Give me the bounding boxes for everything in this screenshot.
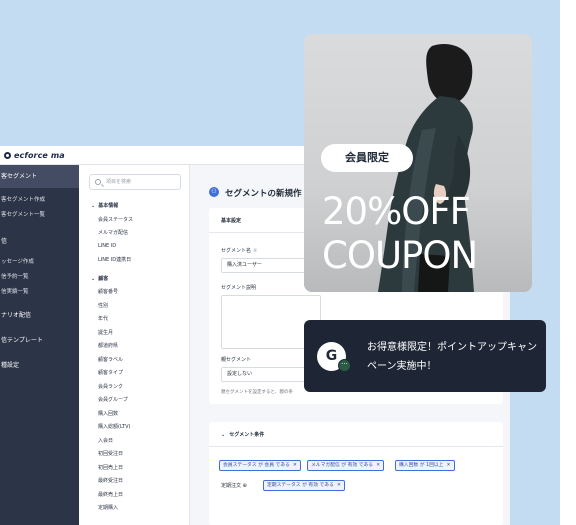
info-icon: ⊕ <box>242 483 247 489</box>
search-icon <box>95 179 101 185</box>
basic-settings-heading: 基本設定 <box>221 218 242 224</box>
chat-bubble-icon: ··· <box>338 359 351 372</box>
close-icon[interactable]: ✕ <box>446 463 450 468</box>
filter-item[interactable]: 最終受注日 <box>98 477 123 484</box>
filter-item[interactable]: 顧客ラベル <box>98 356 123 363</box>
coupon-label-text: COUPON <box>322 234 478 277</box>
filter-item[interactable]: 会員ランク <box>98 383 123 390</box>
segment-icon: ⚇ <box>209 187 219 197</box>
filter-item[interactable]: 最終売上日 <box>98 491 123 498</box>
coupon-discount-text: 20%OFF <box>322 190 471 233</box>
sidebar-item-settings[interactable]: 種設定 <box>0 360 79 369</box>
sidebar-item-results-list[interactable]: 信実績一覧 <box>0 287 79 295</box>
chevron-down-icon: ⌄ <box>91 276 96 282</box>
segment-conditions-card: ⌄ セグメント条件 会員ステータス が 会員 である ✕ メルマガ配信 が 有効 で… <box>209 422 503 525</box>
divider <box>209 446 503 447</box>
search-placeholder: 項目を検索 <box>106 179 132 185</box>
condition-chip[interactable]: 購入回数 が 1回以上 ✕ <box>395 460 455 471</box>
segment-name-label: セグメント名 ※ <box>221 248 258 254</box>
filter-item[interactable]: LINE ID連携日 <box>98 256 131 263</box>
chevron-down-icon: ⌄ <box>91 203 96 209</box>
filter-item[interactable]: 会員ステータス <box>98 216 133 223</box>
subscription-condition-label: 定期注文 ⊕ <box>221 483 247 489</box>
filter-item[interactable]: LINE ID <box>98 243 116 249</box>
group-heading-customer[interactable]: ⌄ 顧客 <box>91 275 108 282</box>
app-logo: ecforce ma <box>14 150 65 160</box>
group-heading-basic[interactable]: ⌄ 基本情報 <box>91 202 118 209</box>
sidebar-item-segment-list[interactable]: 客セグメント一覧 <box>0 210 79 218</box>
notification-toast[interactable]: G ··· お得意様限定！ポイントアップキャンペーン実施中！ <box>304 320 546 392</box>
sidebar-item-delivery[interactable]: 信 <box>0 236 79 245</box>
condition-chip[interactable]: メルマガ配信 が 有効 である ✕ <box>307 460 385 471</box>
search-input[interactable]: 項目を検索 <box>89 174 181 190</box>
sidebar-item-customer-segment[interactable]: 客セグメント <box>0 165 79 188</box>
filter-item[interactable]: 入会日 <box>98 437 113 444</box>
condition-chip[interactable]: 定期ステータス が 有効 である ✕ <box>263 480 345 491</box>
coupon-card: 会員限定 20%OFF COUPON <box>304 34 532 292</box>
segment-conditions-heading[interactable]: ⌄ セグメント条件 <box>221 431 264 438</box>
members-only-badge: 会員限定 <box>321 144 413 172</box>
filter-item[interactable]: 初回売上日 <box>98 464 123 471</box>
close-icon[interactable]: ✕ <box>293 463 297 468</box>
logo-icon <box>4 151 11 159</box>
close-icon[interactable]: ✕ <box>337 483 341 488</box>
filter-panel: 項目を検索 ⌄ 基本情報 会員ステータス メルマガ配信 LINE ID LINE … <box>79 165 190 525</box>
filter-item[interactable]: 購入総額(LTV) <box>98 423 130 430</box>
parent-segment-hint: 親セグメントを設定すると、親の条 <box>221 390 293 395</box>
filter-item[interactable]: 年代 <box>98 315 108 322</box>
filter-item[interactable]: メルマガ配信 <box>98 229 128 236</box>
filter-item[interactable]: 都道府県 <box>98 342 118 349</box>
close-icon[interactable]: ✕ <box>376 463 380 468</box>
sidebar-item-scenario[interactable]: ナリオ配信 <box>0 310 79 319</box>
filter-item[interactable]: 顧客タイプ <box>98 369 123 376</box>
segment-description-label: セグメント説明 <box>221 285 257 291</box>
filter-item[interactable]: 定期購入 <box>98 504 118 511</box>
stage: ecforce ma 客セグメント 客セグメント作成 客セグメント一覧 信 ッセ… <box>0 0 576 525</box>
filter-item[interactable]: 顧客番号 <box>98 288 118 295</box>
page-title: セグメントの新規作 <box>225 189 302 199</box>
condition-chip[interactable]: 会員ステータス が 会員 である ✕ <box>219 460 301 471</box>
filter-item[interactable]: 誕生月 <box>98 329 113 336</box>
filter-item[interactable]: 購入回数 <box>98 410 118 417</box>
sidebar-item-template[interactable]: 信テンプレート <box>0 335 79 344</box>
sidebar-item-segment-create[interactable]: 客セグメント作成 <box>0 195 79 203</box>
filter-item[interactable]: 会員グループ <box>98 396 128 403</box>
sidebar: 客セグメント 客セグメント作成 客セグメント一覧 信 ッセージ作成 信予約一覧 … <box>0 165 79 525</box>
parent-segment-label: 親セグメント <box>221 357 252 363</box>
notification-message: お得意様限定！ポイントアップキャンペーン実施中！ <box>367 342 537 372</box>
chevron-down-icon: ⌄ <box>221 432 226 438</box>
filter-item[interactable]: 性別 <box>98 302 108 309</box>
filter-item[interactable]: 初回受注日 <box>98 450 123 457</box>
sidebar-item-message-create[interactable]: ッセージ作成 <box>0 257 79 265</box>
sidebar-item-scheduled-list[interactable]: 信予約一覧 <box>0 272 79 280</box>
